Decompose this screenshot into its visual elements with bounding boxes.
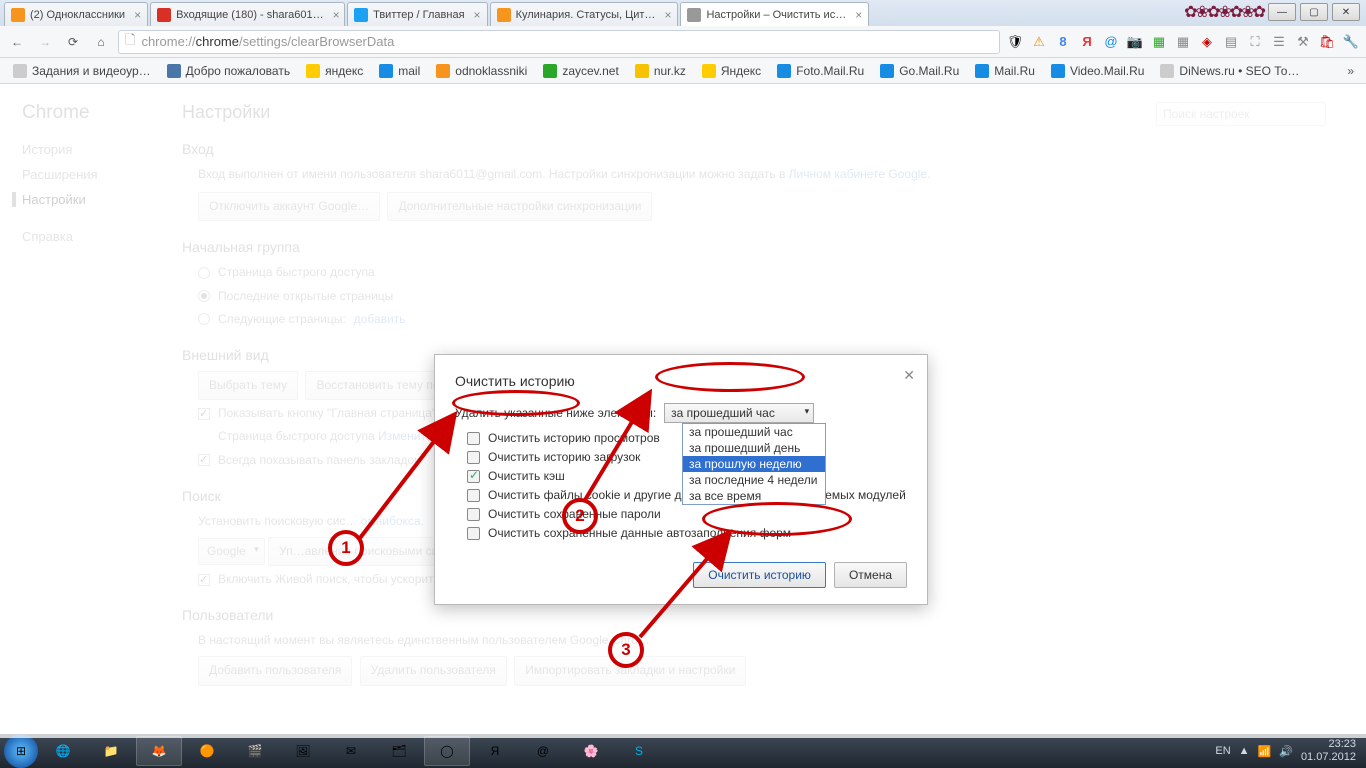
system-tray: EN ▲ 📶 🔊 23:23 01.07.2012 xyxy=(1215,738,1362,763)
address-bar: ← → ⟳ ⌂ 🗋 chrome://chrome/settings/clear… xyxy=(0,26,1366,58)
taskbar-app-d[interactable]: ✉ xyxy=(328,736,374,766)
language-indicator[interactable]: EN xyxy=(1215,745,1230,757)
tab-settings[interactable]: Настройки – Очистить ис… × xyxy=(680,2,869,26)
bookmark-item[interactable]: Яндекс xyxy=(695,61,768,81)
ext-icon-c[interactable]: ◈ xyxy=(1198,33,1216,51)
volume-icon[interactable]: 🔊 xyxy=(1279,745,1293,758)
taskbar-firefox[interactable]: 🦊 xyxy=(136,736,182,766)
time-range-dropdown[interactable]: за прошедший час xyxy=(664,403,814,423)
bookmark-item[interactable]: DiNews.ru • SEO То… xyxy=(1153,61,1306,81)
taskbar-yandex[interactable]: Я xyxy=(472,736,518,766)
taskbar-icq[interactable]: 🌸 xyxy=(568,736,614,766)
opt-autofill[interactable]: Очистить сохраненные данные автозаполнен… xyxy=(467,526,907,540)
google-icon[interactable]: 8 xyxy=(1054,33,1072,51)
ext-icon-a[interactable]: ▦ xyxy=(1150,33,1168,51)
close-icon[interactable]: × xyxy=(134,8,141,22)
bookmark-item[interactable]: яндекс xyxy=(299,61,370,81)
taskbar-app-b[interactable]: 🎬 xyxy=(232,736,278,766)
forward-button[interactable]: → xyxy=(34,31,56,53)
clear-history-dialog: Очистить историю ✕ Удалить указанные ниж… xyxy=(434,354,928,605)
taskbar-app-c[interactable]: 🖼 xyxy=(280,736,326,766)
dd-option[interactable]: за прошлую неделю xyxy=(683,456,825,472)
taskbar: ⊞ 🌐 📁 🦊 🟠 🎬 🖼 ✉ 🗂 ◯ Я @ 🌸 S EN ▲ 📶 🔊 23:… xyxy=(0,734,1366,768)
tab-cooking[interactable]: Кулинария. Статусы, Цит… × xyxy=(490,2,679,26)
close-icon[interactable]: × xyxy=(664,8,671,22)
settings-page: Chrome История Расширения Настройки Спра… xyxy=(0,84,1366,738)
dialog-close-button[interactable]: ✕ xyxy=(903,367,915,384)
network-icon[interactable]: 📶 xyxy=(1258,745,1272,758)
tab-odnoklassniki[interactable]: (2) Одноклассники × xyxy=(4,2,148,26)
maximize-button[interactable]: ▢ xyxy=(1300,3,1328,21)
ext-icon-b[interactable]: ▦ xyxy=(1174,33,1192,51)
taskbar-ie[interactable]: 🌐 xyxy=(40,736,86,766)
tab-twitter[interactable]: Твиттер / Главная × xyxy=(347,2,487,26)
dd-option[interactable]: за прошедший день xyxy=(683,440,825,456)
tab-label: (2) Одноклассники xyxy=(30,9,125,21)
dialog-title: Очистить историю xyxy=(455,373,907,389)
page-icon: 🗋 xyxy=(125,31,135,53)
url-path: /settings/clearBrowserData xyxy=(239,34,394,49)
dd-option[interactable]: за все время xyxy=(683,488,825,504)
bookmark-item[interactable]: Video.Mail.Ru xyxy=(1044,61,1151,81)
close-icon[interactable]: × xyxy=(333,8,340,22)
camera-icon[interactable]: 📷 xyxy=(1126,33,1144,51)
bookmark-item[interactable]: Добро пожаловать xyxy=(160,61,297,81)
shield-icon[interactable]: 🛡 xyxy=(1006,33,1024,51)
ext-icon-d[interactable]: ▤ xyxy=(1222,33,1240,51)
url-scheme: chrome:// xyxy=(141,34,195,49)
theme-decoration: ✿❀✿❀✿❀✿ xyxy=(1184,2,1264,22)
bookmark-item[interactable]: odnoklassniki xyxy=(429,61,534,81)
start-button[interactable]: ⊞ xyxy=(4,734,38,768)
taskbar-app-e[interactable]: 🗂 xyxy=(376,736,422,766)
yandex-icon[interactable]: Я xyxy=(1078,33,1096,51)
mail-icon[interactable]: @ xyxy=(1102,33,1120,51)
dropdown-label: Удалить указанные ниже элементы: xyxy=(455,406,656,420)
omnibox[interactable]: 🗋 chrome://chrome/settings/clearBrowserD… xyxy=(118,30,1000,54)
home-button[interactable]: ⌂ xyxy=(90,31,112,53)
bookmark-item[interactable]: nur.kz xyxy=(628,61,693,81)
minimize-button[interactable]: — xyxy=(1268,3,1296,21)
bookmark-bar: Задания и видеоур… Добро пожаловать янде… xyxy=(0,58,1366,84)
tab-label: Кулинария. Статусы, Цит… xyxy=(516,9,656,21)
tab-strip: (2) Одноклассники × Входящие (180) - shar… xyxy=(0,0,1366,26)
bookmark-item[interactable]: zaycev.net xyxy=(536,61,625,81)
dd-option[interactable]: за последние 4 недели xyxy=(683,472,825,488)
tab-label: Твиттер / Главная xyxy=(373,9,464,21)
close-icon[interactable]: × xyxy=(474,8,481,22)
ext-icon-e[interactable]: ⛶ xyxy=(1246,33,1264,51)
toolbar-icons: 🛡 ⚠ 8 Я @ 📷 ▦ ▦ ◈ ▤ ⛶ ☰ ⚒ 🛍 🔧 xyxy=(1006,33,1360,51)
taskbar-skype[interactable]: S xyxy=(616,736,662,766)
bookmark-item[interactable]: Go.Mail.Ru xyxy=(873,61,966,81)
ext-icon-f[interactable]: ☰ xyxy=(1270,33,1288,51)
clear-history-button[interactable]: Очистить историю xyxy=(693,562,826,588)
tray-chevron-icon[interactable]: ▲ xyxy=(1239,745,1250,757)
opt-passwords[interactable]: Очистить сохраненные пароли xyxy=(467,507,907,521)
close-icon[interactable]: × xyxy=(855,8,862,22)
time-range-options: за прошедший час за прошедший день за пр… xyxy=(682,423,826,505)
ext-icon-g[interactable]: ⚒ xyxy=(1294,33,1312,51)
taskbar-explorer[interactable]: 📁 xyxy=(88,736,134,766)
exclamation-icon[interactable]: ⚠ xyxy=(1030,33,1048,51)
reload-button[interactable]: ⟳ xyxy=(62,31,84,53)
clock[interactable]: 23:23 01.07.2012 xyxy=(1301,738,1356,763)
taskbar-chrome[interactable]: ◯ xyxy=(424,736,470,766)
dd-option[interactable]: за прошедший час xyxy=(683,424,825,440)
tab-label: Входящие (180) - shara601… xyxy=(176,9,324,21)
url-host: chrome xyxy=(196,34,239,49)
bookmark-item[interactable]: mail xyxy=(372,61,427,81)
bookmark-item[interactable]: Foto.Mail.Ru xyxy=(770,61,871,81)
taskbar-mailru[interactable]: @ xyxy=(520,736,566,766)
wrench-icon[interactable]: 🔧 xyxy=(1342,33,1360,51)
window-close-button[interactable]: ✕ xyxy=(1332,3,1360,21)
bookmark-item[interactable]: Задания и видеоур… xyxy=(6,61,158,81)
bookmark-overflow[interactable]: » xyxy=(1341,64,1360,78)
cancel-button[interactable]: Отмена xyxy=(834,562,907,588)
taskbar-app-a[interactable]: 🟠 xyxy=(184,736,230,766)
bookmark-item[interactable]: Mail.Ru xyxy=(968,61,1042,81)
tab-label: Настройки – Очистить ис… xyxy=(706,9,846,21)
back-button[interactable]: ← xyxy=(6,31,28,53)
ext-icon-h[interactable]: 🛍 xyxy=(1318,33,1336,51)
tab-gmail[interactable]: Входящие (180) - shara601… × xyxy=(150,2,345,26)
